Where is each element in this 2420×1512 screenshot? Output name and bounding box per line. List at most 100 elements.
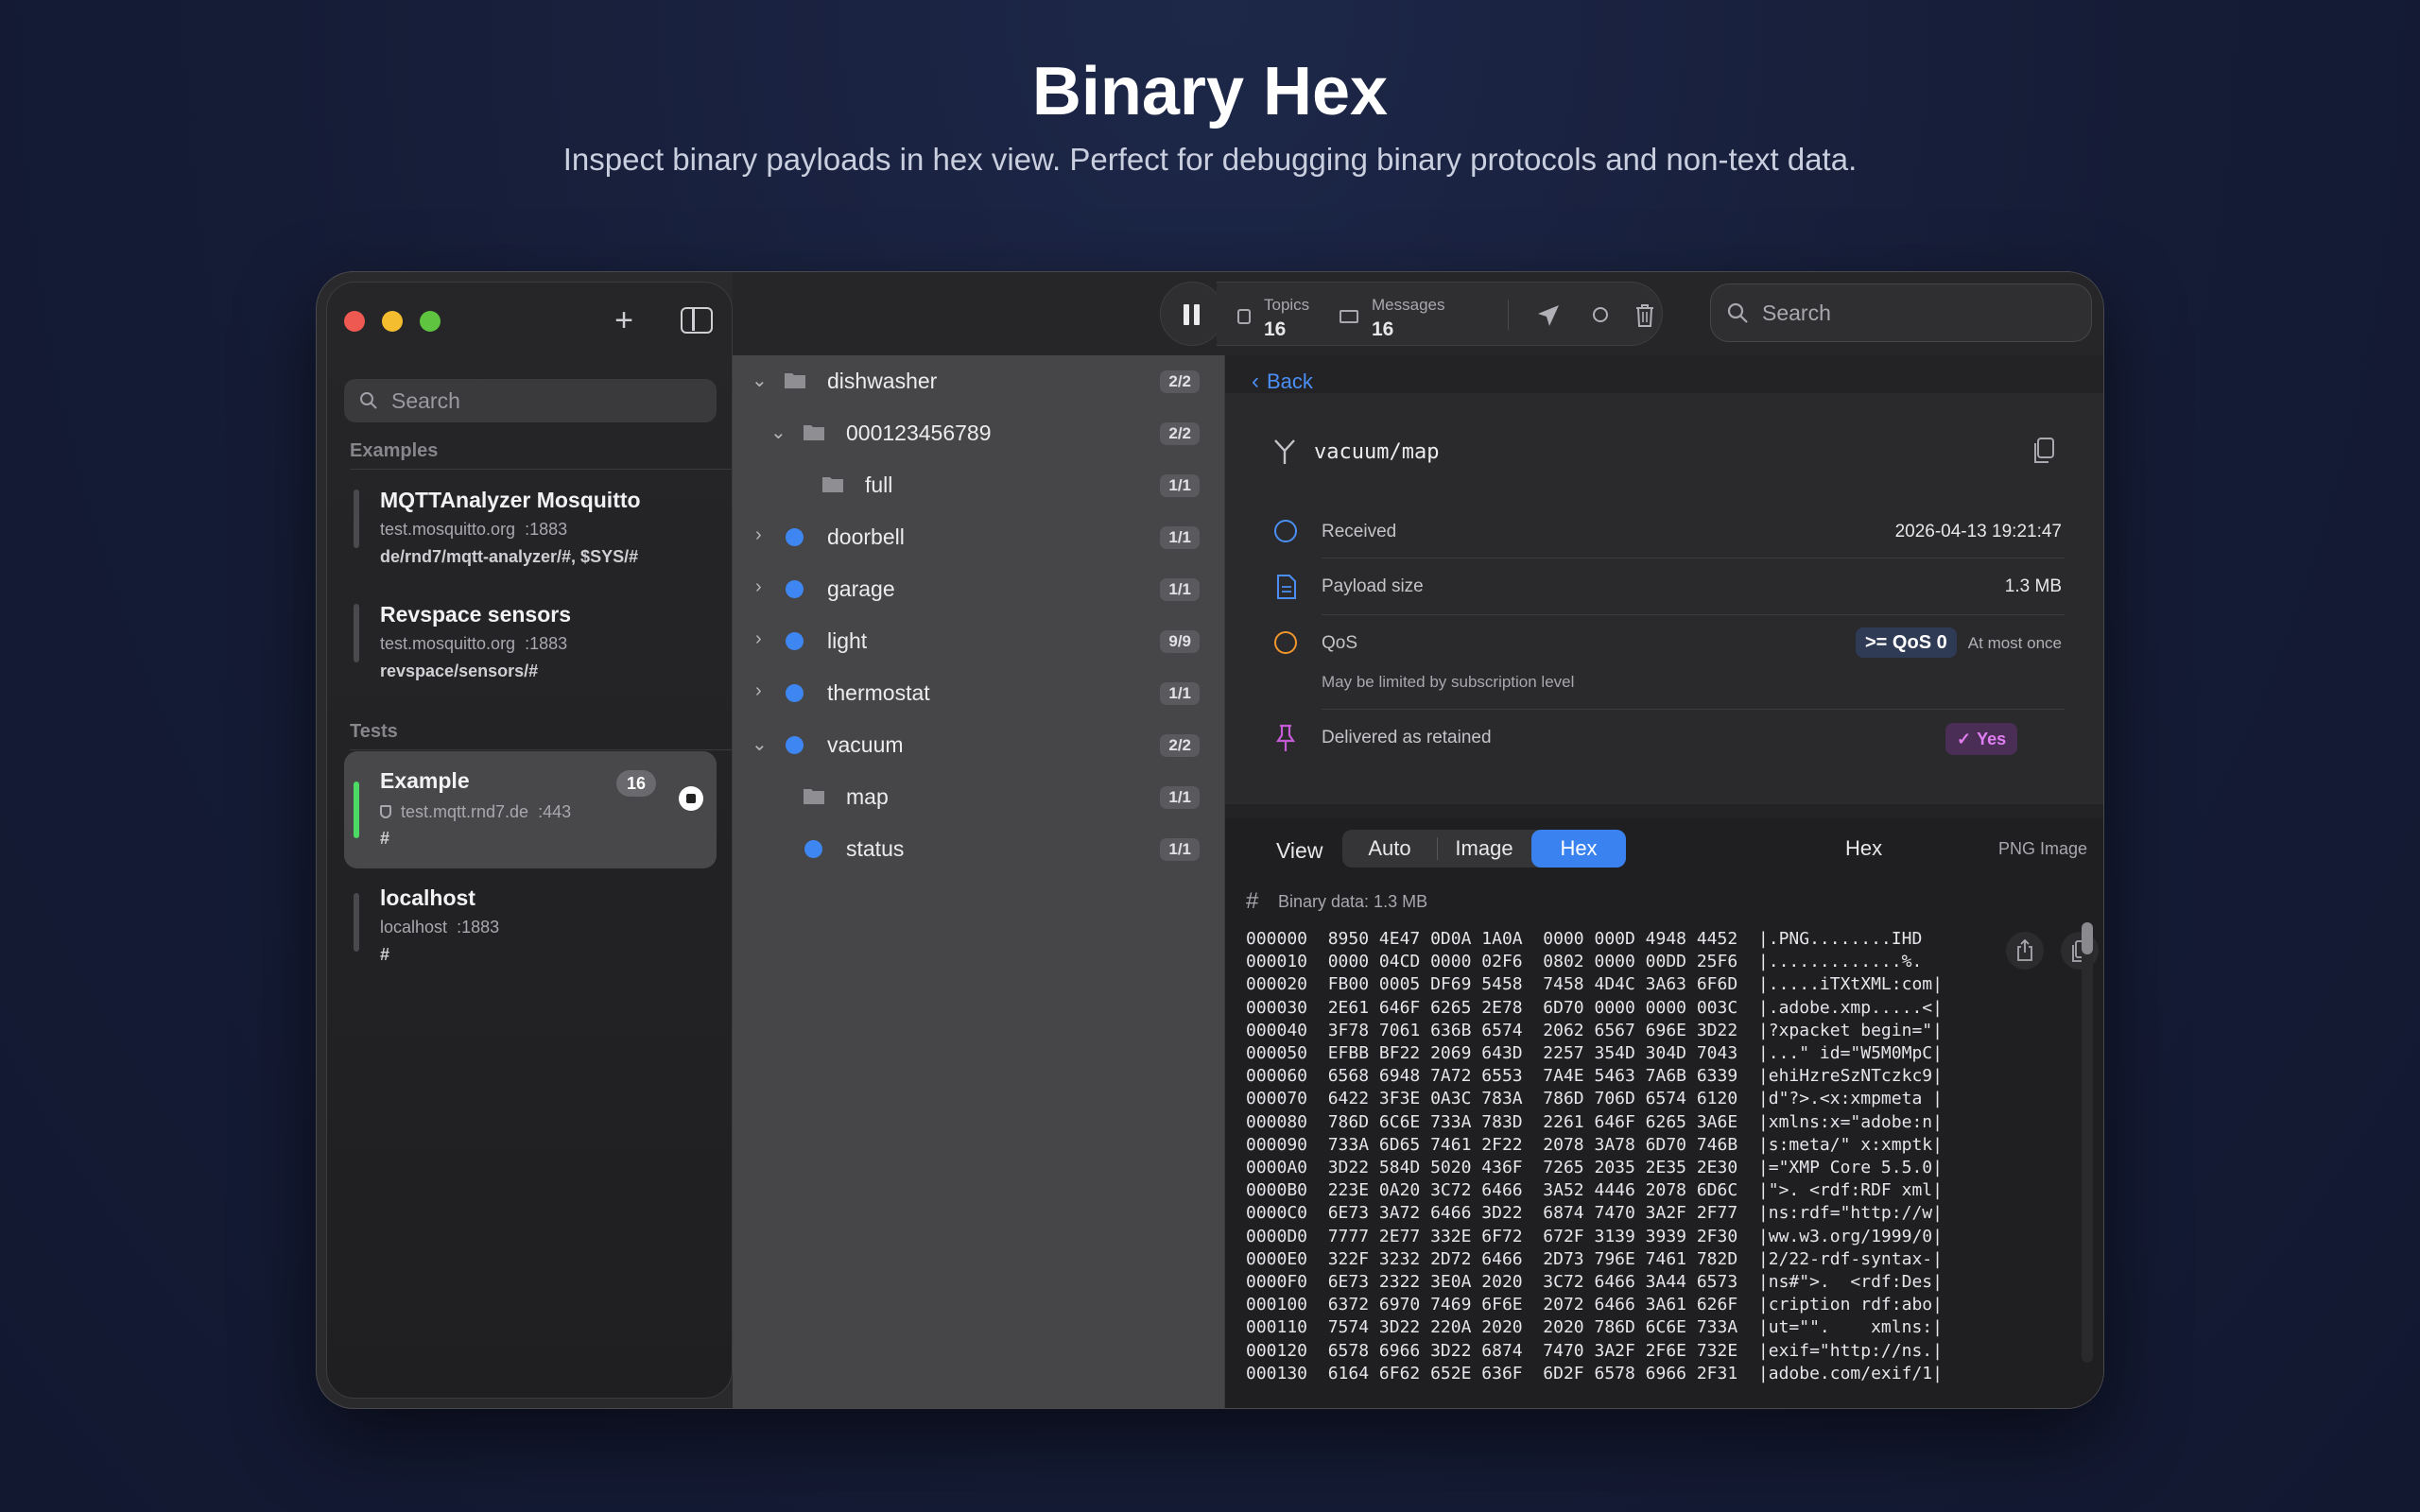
hex-ascii: |ehiHzreSzNTczkc9|: [1757, 1066, 1943, 1087]
zoom-window-button[interactable]: [420, 311, 441, 332]
hex-ascii: |ww.w3.org/1999/0|: [1757, 1226, 1943, 1246]
hex-ascii: |xmlns:x="adobe:n|: [1757, 1111, 1943, 1132]
document-icon: [1277, 575, 1296, 599]
hex-row: 000120 6578 6966 3D22 6874 7470 3A2F 2F6…: [1246, 1340, 1943, 1363]
hex-row: 000040 3F78 7061 636B 6574 2062 6567 696…: [1246, 1020, 1943, 1042]
disconnect-button[interactable]: [679, 786, 703, 811]
hex-ascii: |ns:rdf="http://w|: [1757, 1203, 1943, 1224]
hex-ascii: |?xpacket begin="|: [1757, 1020, 1943, 1040]
qos-description: At most once: [1967, 634, 2062, 652]
topic-dot: [786, 580, 804, 598]
hex-bytes: 786D 6C6E 733A 783D 2261 646F 6265 3A6E: [1327, 1111, 1738, 1132]
hex-row: 0000C0 6E73 3A72 6466 3D22 6874 7470 3A2…: [1246, 1202, 1943, 1225]
hex-ascii: |.adobe.xmp.....<|: [1757, 997, 1943, 1018]
topic-path: vacuum/map: [1314, 440, 1440, 464]
hex-offset: 000050: [1246, 1043, 1308, 1064]
hex-row: 0000D0 7777 2E77 332E 6F72 672F 3139 393…: [1246, 1226, 1943, 1248]
tree-row-dishwasher[interactable]: ⌄ dishwasher 2/2: [733, 355, 1224, 407]
record-icon[interactable]: [1593, 307, 1608, 322]
tree-row-light[interactable]: › light 9/9: [733, 615, 1224, 667]
hash-icon: #: [1246, 888, 1259, 914]
chevron-right-icon[interactable]: ›: [755, 628, 762, 650]
send-icon[interactable]: [1536, 303, 1561, 328]
messages-label: Messages: [1372, 296, 1445, 314]
chevron-down-icon[interactable]: ⌄: [752, 369, 768, 392]
hex-bytes: 6E73 2322 3E0A 2020 3C72 6466 3A44 6573: [1327, 1272, 1738, 1293]
message-detail: ‹ Back vacuum/map Received 2026-04-13 19:…: [1224, 355, 2103, 1408]
tree-row-doorbell[interactable]: › doorbell 1/1: [733, 511, 1224, 563]
divider: [1322, 614, 2065, 615]
hex-offset: 000120: [1246, 1340, 1308, 1361]
chevron-right-icon[interactable]: ›: [755, 680, 762, 702]
hex-ascii: |">. <rdf:RDF xml|: [1757, 1180, 1943, 1201]
binary-size-label: Binary data: 1.3 MB: [1278, 892, 1428, 911]
hex-row: 000110 7574 3D22 220A 2020 2020 786D 6C6…: [1246, 1316, 1943, 1339]
tab-hex-selected[interactable]: Hex: [1531, 830, 1626, 868]
sidebar-search-input[interactable]: Search: [344, 379, 717, 422]
chevron-down-icon[interactable]: ⌄: [770, 421, 786, 444]
pause-button[interactable]: [1160, 282, 1224, 346]
broker-item[interactable]: Revspace sensors test.mosquitto.org :188…: [344, 591, 717, 699]
hex-bytes: 6372 6970 7469 6F6E 2072 6466 3A61 626F: [1327, 1295, 1738, 1315]
tree-row-garage[interactable]: › garage 1/1: [733, 563, 1224, 615]
divider: [1322, 709, 2065, 710]
tree-row-thermostat[interactable]: › thermostat 1/1: [733, 667, 1224, 719]
pause-icon: [1184, 304, 1201, 325]
hex-offset: 000070: [1246, 1089, 1308, 1109]
chevron-left-icon: ‹: [1252, 369, 1259, 394]
sidebar-search-placeholder: Search: [391, 388, 460, 413]
tree-row-status[interactable]: status 1/1: [733, 823, 1224, 875]
tree-row-map[interactable]: map 1/1: [733, 771, 1224, 823]
hex-offset: 000010: [1246, 952, 1308, 972]
scrollbar[interactable]: [2082, 922, 2093, 1363]
hex-bytes: 6E73 3A72 6466 3D22 6874 7470 3A2F 2F77: [1327, 1203, 1738, 1224]
pin-icon: [1276, 724, 1295, 751]
hex-bytes: EFBB BF22 2069 643D 2257 354D 304D 7043: [1327, 1043, 1738, 1064]
trash-icon[interactable]: [1634, 303, 1655, 328]
action-pill: [1474, 282, 1663, 346]
broker-host: test.mqtt.rnd7.de :443: [380, 802, 571, 822]
broker-item-selected[interactable]: Example 16 test.mqtt.rnd7.de :443 #: [344, 751, 717, 868]
hex-ascii: |ut="". xmlns:|: [1757, 1317, 1943, 1338]
connected-indicator: [354, 782, 359, 838]
chevron-right-icon[interactable]: ›: [755, 524, 762, 546]
topic-dot: [786, 736, 804, 754]
copy-icon[interactable]: [2031, 437, 2056, 465]
chevron-down-icon[interactable]: ⌄: [752, 732, 768, 756]
tree-row-vacuum[interactable]: ⌄ vacuum 2/2: [733, 719, 1224, 771]
scrollbar-thumb[interactable]: [2082, 922, 2093, 954]
hex-row: 000000 8950 4E47 0D0A 1A0A 0000 000D 494…: [1246, 928, 1943, 951]
hex-ascii: |.............%.: [1757, 952, 1923, 972]
tree-row-000123456789[interactable]: ⌄ 000123456789 2/2: [733, 407, 1224, 459]
hex-bytes: 6422 3F3E 0A3C 783A 786D 706D 6574 6120: [1327, 1089, 1738, 1109]
toolbar-search-placeholder: Search: [1762, 301, 1831, 325]
payload-viewer: View Auto Image Hex Hex PNG Image # Bina…: [1225, 818, 2103, 1408]
tree-row-full[interactable]: full 1/1: [733, 459, 1224, 511]
hex-bytes: 3D22 584D 5020 436F 7265 2035 2E35 2E30: [1327, 1158, 1738, 1178]
search-icon: [1727, 302, 1748, 323]
share-button[interactable]: [2006, 932, 2044, 970]
message-count-badge: 16: [616, 770, 657, 797]
messages-value: 16: [1372, 318, 1394, 340]
tab-auto[interactable]: Auto: [1342, 830, 1437, 868]
hex-bytes: FB00 0005 DF69 5458 7458 4D4C 3A63 6F6D: [1327, 974, 1738, 995]
toolbar-search-input[interactable]: Search: [1710, 284, 2092, 342]
stats-pill: Topics 16 Messages 16: [1217, 282, 1510, 346]
copy-hex-button[interactable]: [2061, 932, 2099, 970]
toggle-sidebar-button[interactable]: [681, 307, 713, 334]
hex-dump[interactable]: 000000 8950 4E47 0D0A 1A0A 0000 000D 494…: [1246, 928, 1943, 1385]
section-examples: Examples: [350, 440, 439, 461]
broker-item[interactable]: MQTTAnalyzer Mosquitto test.mosquitto.or…: [344, 476, 717, 585]
chevron-right-icon[interactable]: ›: [755, 576, 762, 598]
close-window-button[interactable]: [344, 311, 365, 332]
add-broker-button[interactable]: +: [605, 301, 643, 339]
tab-image[interactable]: Image: [1437, 830, 1531, 868]
broker-topic: #: [380, 945, 390, 964]
topics-label: Topics: [1264, 296, 1310, 314]
broker-item[interactable]: localhost localhost :1883 #: [344, 872, 717, 981]
back-button[interactable]: ‹ Back: [1252, 369, 1313, 395]
hex-ascii: |..." id="W5M0MpC|: [1757, 1043, 1943, 1064]
minimize-window-button[interactable]: [382, 311, 403, 332]
hex-row: 000080 786D 6C6E 733A 783D 2261 646F 626…: [1246, 1111, 1943, 1134]
hex-offset: 000090: [1246, 1134, 1308, 1155]
